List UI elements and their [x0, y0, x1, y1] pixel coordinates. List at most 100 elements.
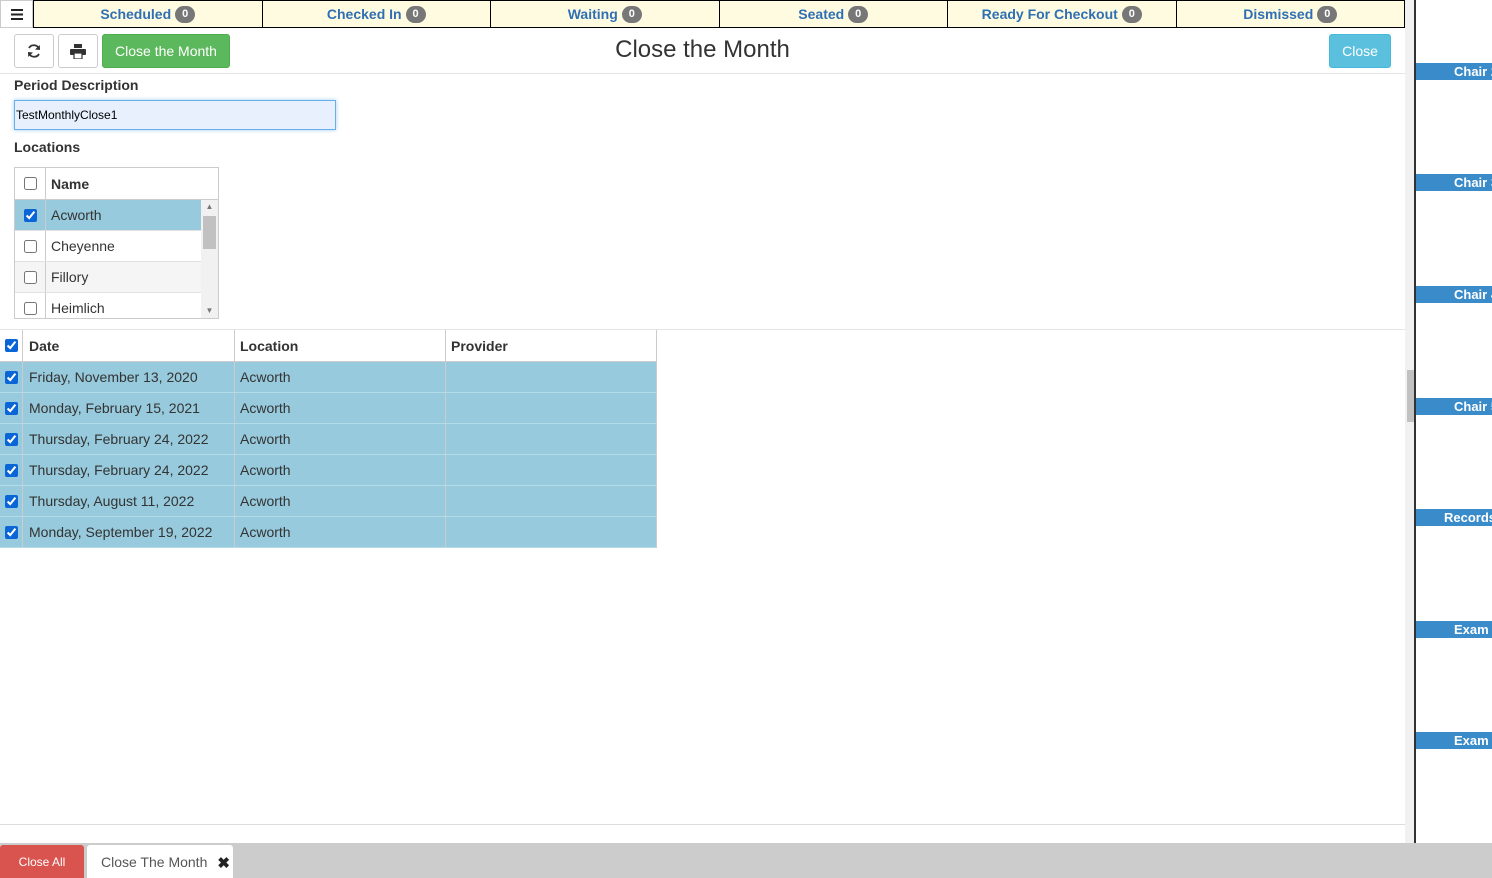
location-row[interactable]: Acworth — [15, 200, 201, 231]
chair-tag[interactable]: Chair 4 — [1416, 286, 1492, 303]
location-checkbox[interactable] — [23, 270, 37, 284]
status-bar: Scheduled 0 Checked In 0 Waiting 0 Seated 0 … — [0, 0, 1405, 28]
chair-tag[interactable]: Chair 5 — [1416, 398, 1492, 415]
row-checkbox[interactable] — [5, 370, 18, 384]
select-all-dates-checkbox[interactable] — [5, 339, 18, 352]
chair-tag[interactable]: Exam 1 — [1416, 621, 1492, 638]
chair-tag[interactable]: Records — [1416, 509, 1492, 526]
location-checkbox-cell — [15, 293, 46, 318]
table-row[interactable]: Monday, February 15, 2021 Acworth — [0, 393, 657, 424]
dates-grid-header: Date Location Provider — [0, 330, 657, 362]
date-cell: Friday, November 13, 2020 — [23, 362, 235, 392]
count-badge: 0 — [848, 5, 869, 23]
status-tab-label: Waiting — [567, 6, 618, 22]
chair-tag[interactable]: Exam 2 — [1416, 732, 1492, 749]
table-row[interactable]: Monday, September 19, 2022 Acworth — [0, 517, 657, 548]
location-checkbox[interactable] — [23, 301, 37, 315]
select-all-locations-cell — [15, 168, 46, 199]
date-column-header[interactable]: Date — [23, 330, 235, 361]
print-button[interactable] — [58, 34, 98, 68]
locations-label: Locations — [14, 139, 81, 155]
status-tab-label: Dismissed — [1243, 6, 1314, 22]
close-button[interactable]: Close — [1329, 34, 1391, 68]
count-badge: 0 — [1121, 5, 1142, 23]
row-checkbox-cell — [0, 517, 23, 547]
count-badge: 0 — [1317, 5, 1338, 23]
hamburger-menu-icon[interactable] — [0, 0, 33, 28]
row-checkbox[interactable] — [5, 525, 18, 539]
row-checkbox[interactable] — [5, 432, 18, 446]
status-tab-scheduled[interactable]: Scheduled 0 — [33, 0, 263, 28]
chair-tag[interactable]: Chair 2 — [1416, 63, 1492, 80]
print-icon — [70, 43, 86, 59]
provider-cell — [445, 424, 657, 454]
refresh-icon — [28, 44, 40, 58]
row-checkbox-cell — [0, 362, 23, 392]
provider-cell — [445, 486, 657, 516]
row-checkbox-cell — [0, 486, 23, 516]
location-checkbox-cell — [15, 262, 46, 292]
scroll-up-arrow-icon[interactable]: ▲ — [201, 200, 218, 214]
provider-cell — [445, 455, 657, 485]
location-name: Heimlich — [51, 300, 105, 316]
select-all-locations-checkbox[interactable] — [23, 177, 37, 190]
count-badge: 0 — [405, 5, 426, 23]
chair-tag[interactable]: Chair 3 — [1416, 174, 1492, 191]
row-checkbox-cell — [0, 455, 23, 485]
table-row[interactable]: Thursday, February 24, 2022 Acworth — [0, 424, 657, 455]
status-tab-dismissed[interactable]: Dismissed 0 — [1176, 0, 1405, 28]
status-tab-ready-for-checkout[interactable]: Ready For Checkout 0 — [948, 0, 1177, 28]
row-checkbox-cell — [0, 424, 23, 454]
location-checkbox-cell — [15, 231, 46, 261]
refresh-button[interactable] — [14, 34, 54, 68]
count-badge: 0 — [175, 5, 196, 23]
main-scrollbar-thumb[interactable] — [1407, 370, 1414, 422]
location-cell: Acworth — [234, 455, 446, 485]
document-tab-bar: Close All Close The Month ✖ — [0, 843, 1492, 878]
table-row[interactable]: Thursday, August 11, 2022 Acworth — [0, 486, 657, 517]
row-checkbox[interactable] — [5, 494, 18, 508]
close-tab-icon[interactable]: ✖ — [217, 854, 230, 872]
location-checkbox[interactable] — [23, 239, 37, 253]
location-cell: Acworth — [234, 424, 446, 454]
location-checkbox[interactable] — [23, 208, 37, 222]
provider-column-header[interactable]: Provider — [445, 330, 657, 361]
row-checkbox-cell — [0, 393, 23, 423]
date-cell: Thursday, February 24, 2022 — [23, 455, 235, 485]
status-tab-checked-in[interactable]: Checked In 0 — [262, 0, 491, 28]
period-description-input[interactable] — [14, 100, 336, 130]
provider-cell — [445, 517, 657, 547]
status-tab-label: Checked In — [326, 6, 402, 22]
tab-close-the-month[interactable]: Close The Month ✖ — [87, 845, 233, 878]
location-row[interactable]: Fillory — [15, 262, 201, 293]
table-row[interactable]: Thursday, February 24, 2022 Acworth — [0, 455, 657, 486]
status-tab-waiting[interactable]: Waiting 0 — [491, 0, 720, 28]
name-column-header[interactable]: Name — [51, 168, 89, 199]
location-cell: Acworth — [234, 393, 446, 423]
provider-cell — [445, 393, 657, 423]
date-cell: Monday, February 15, 2021 — [23, 393, 235, 423]
location-row[interactable]: Cheyenne — [15, 231, 201, 262]
table-row[interactable]: Friday, November 13, 2020 Acworth — [0, 362, 657, 393]
status-tab-seated[interactable]: Seated 0 — [719, 0, 948, 28]
tab-label: Close The Month — [101, 853, 208, 870]
count-badge: 0 — [621, 5, 642, 23]
close-the-month-button[interactable]: Close the Month — [102, 34, 230, 68]
location-cell: Acworth — [234, 362, 446, 392]
date-cell: Thursday, August 11, 2022 — [23, 486, 235, 516]
select-all-dates-cell — [0, 330, 23, 361]
status-tabs: Scheduled 0 Checked In 0 Waiting 0 Seated 0 … — [33, 0, 1405, 28]
location-column-header[interactable]: Location — [234, 330, 446, 361]
content-bottom-border — [0, 824, 1405, 825]
close-all-button[interactable]: Close All — [0, 845, 84, 878]
location-name: Cheyenne — [51, 238, 115, 254]
row-checkbox[interactable] — [5, 463, 18, 477]
location-row[interactable]: Heimlich — [15, 293, 201, 318]
locations-scrollbar[interactable]: ▲ ▼ — [201, 200, 218, 318]
location-cell: Acworth — [234, 486, 446, 516]
provider-cell — [445, 362, 657, 392]
scrollbar-thumb[interactable] — [203, 216, 216, 249]
scroll-down-arrow-icon[interactable]: ▼ — [201, 304, 218, 318]
location-name: Fillory — [51, 269, 89, 285]
row-checkbox[interactable] — [5, 401, 18, 415]
